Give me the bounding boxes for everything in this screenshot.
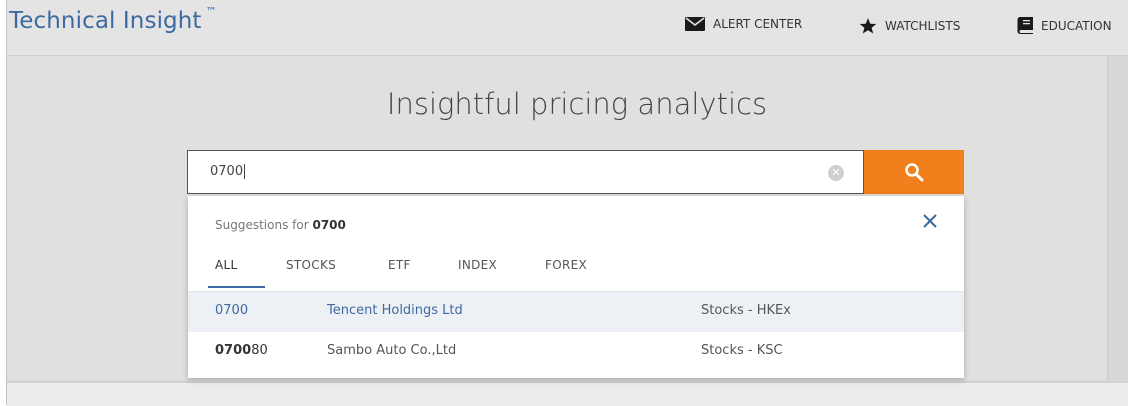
tab-etf[interactable]: ETF [388,258,411,272]
top-header: Technical Insight ™ ALERT CENTER WATCHLIS… [7,0,1128,56]
nav-watchlists-label: WATCHLISTS [885,19,961,33]
search-icon [905,163,924,182]
search-input[interactable]: 0700 ✕ [187,150,864,194]
suggestions-dropdown: Suggestions for 0700 ALL STOCKS ETF INDE… [188,196,964,378]
book-icon [1017,17,1033,34]
star-icon [859,18,877,34]
hero-title: Insightful pricing analytics [386,87,768,121]
brand-logo[interactable]: Technical Insight ™ [9,5,217,34]
suggestion-row[interactable]: 070080 Sambo Auto Co.,Ltd Stocks - KSC [188,332,964,372]
suggestion-name: Tencent Holdings Ltd [327,303,463,318]
tab-all[interactable]: ALL [215,258,237,272]
bottom-strip [7,382,1128,406]
envelope-icon [685,17,705,31]
nav-alert-center[interactable]: ALERT CENTER [685,17,802,31]
text-caret [244,164,246,179]
suggestion-name: Sambo Auto Co.,Ltd [327,343,457,358]
close-icon[interactable] [921,212,939,230]
clear-circle-icon[interactable]: ✕ [828,165,844,181]
brand-name: Technical Insight [9,8,202,34]
nav-education-label: EDUCATION [1041,18,1112,33]
suggestion-symbol: 070080 [215,343,268,358]
suggestion-row[interactable]: 0700 Tencent Holdings Ltd Stocks - HKEx [188,291,964,332]
suggestions-query: 0700 [312,218,346,232]
search-input-value: 0700 [210,164,246,179]
active-tab-indicator [208,286,265,288]
suggestion-type: Stocks - KSC [701,343,783,358]
suggestion-symbol: 0700 [215,303,249,318]
tab-stocks[interactable]: STOCKS [286,258,336,272]
tab-forex[interactable]: FOREX [545,258,587,272]
app-frame: Technical Insight ™ ALERT CENTER WATCHLIS… [6,0,1128,406]
search-button[interactable] [864,150,964,194]
tab-index[interactable]: INDEX [458,258,497,272]
suggestion-tabs: ALL STOCKS ETF INDEX FOREX [188,258,964,290]
suggestion-type: Stocks - HKEx [701,303,791,318]
nav-alert-center-label: ALERT CENTER [713,17,803,31]
trademark-symbol: ™ [205,5,217,19]
suggestions-heading: Suggestions for 0700 [215,218,346,232]
nav-watchlists[interactable]: WATCHLISTS [859,17,960,35]
nav-education[interactable]: EDUCATION [1017,17,1112,34]
